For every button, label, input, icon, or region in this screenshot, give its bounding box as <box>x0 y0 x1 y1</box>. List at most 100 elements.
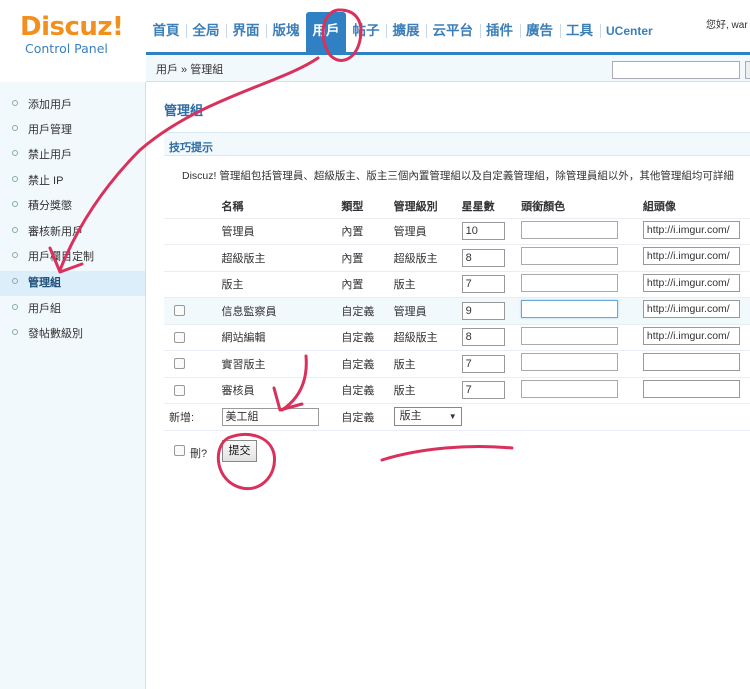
sidebar: 添加用戶 用戶管理 禁止用戶 禁止 IP 積分獎懲 審核新用戶 用戶欄目定制 管… <box>0 82 146 689</box>
icon-url-input[interactable] <box>642 353 740 372</box>
sidebar-item-add-user[interactable]: 添加用戶 <box>0 93 145 118</box>
stars-input[interactable]: 9 <box>461 301 505 320</box>
group-type: 內置 <box>341 218 394 245</box>
color-input[interactable] <box>521 300 619 319</box>
table-row: 網站編輯 自定義 超級版主 8 http://i.imgur.com/ <box>164 324 750 351</box>
color-input[interactable] <box>521 353 619 372</box>
search-input[interactable] <box>612 61 740 79</box>
submit-button[interactable]: 提交 <box>222 440 257 462</box>
header-level: 管理級別 <box>393 194 462 219</box>
nav-interface[interactable]: 界面 <box>226 12 266 52</box>
color-input[interactable] <box>521 326 619 345</box>
color-input[interactable] <box>521 379 619 398</box>
icon-url-input[interactable]: http://i.imgur.com/ <box>642 220 740 239</box>
stars-input[interactable]: 7 <box>461 354 505 373</box>
sidebar-item-profile-fields[interactable]: 用戶欄目定制 <box>0 245 145 270</box>
delete-label: 刪? <box>190 448 208 460</box>
sidebar-item-review-users[interactable]: 審核新用戶 <box>0 220 145 245</box>
dropdown-arrow-icon: ▼ <box>448 412 457 422</box>
group-level: 管理員 <box>393 218 462 245</box>
group-level: 版主 <box>393 271 462 298</box>
group-level: 超級版主 <box>393 244 462 272</box>
icon-url-input[interactable]: http://i.imgur.com/ <box>642 300 740 319</box>
group-name: 超級版主 <box>221 244 342 272</box>
breadcrumb-bar: 用戶 » 管理組 <box>146 52 750 82</box>
table-header-row: 名稱 類型 管理級別 星星數 頭銜顏色 組頭像 <box>164 194 750 219</box>
bullet-icon <box>12 252 18 258</box>
icon-url-input[interactable]: http://i.imgur.com/ <box>642 273 740 292</box>
color-input[interactable] <box>521 247 619 266</box>
logo-subtitle: Control Panel <box>25 41 108 56</box>
icon-url-input[interactable]: http://i.imgur.com/ <box>642 247 740 266</box>
top-nav: 首頁 全局 界面 版塊 用戶 帖子 擴展 云平台 插件 廣告 工具 UCente… <box>146 12 659 52</box>
sidebar-item-post-levels[interactable]: 發帖數級別 <box>0 322 145 347</box>
header: Discuz! Control Panel 首頁 全局 界面 版塊 用戶 帖子 … <box>0 0 750 56</box>
nav-threads[interactable]: 帖子 <box>346 12 386 52</box>
nav-ads[interactable]: 廣告 <box>519 12 560 52</box>
search-button[interactable] <box>745 61 750 79</box>
nav-home[interactable]: 首頁 <box>146 12 186 52</box>
table-row: 信息監察員 自定義 管理員 9 http://i.imgur.com/ <box>164 297 750 325</box>
bullet-icon <box>12 100 18 106</box>
table-row: 管理員 內置 管理員 10 http://i.imgur.com/ <box>164 218 750 245</box>
nav-ucenter[interactable]: UCenter <box>599 12 660 52</box>
stars-input[interactable]: 7 <box>461 381 505 400</box>
table-row: 審核員 自定義 版主 7 <box>164 377 750 404</box>
logo[interactable]: Discuz! Control Panel <box>20 14 124 56</box>
stars-input[interactable]: 7 <box>461 275 505 294</box>
stars-input[interactable]: 8 <box>461 328 505 347</box>
color-input[interactable] <box>521 273 619 292</box>
nav-forums[interactable]: 版塊 <box>266 12 306 52</box>
nav-global[interactable]: 全局 <box>186 12 226 52</box>
bullet-icon <box>12 201 18 207</box>
delete-checkbox[interactable] <box>174 331 185 343</box>
sidebar-item-user-groups[interactable]: 用戶組 <box>0 297 145 322</box>
group-type: 自定義 <box>341 324 394 351</box>
table-row: 實習版主 自定義 版主 7 <box>164 350 750 378</box>
stars-input[interactable]: 10 <box>461 222 505 241</box>
group-level: 版主 <box>393 377 462 404</box>
group-type: 自定義 <box>341 377 394 404</box>
sidebar-item-user-manage[interactable]: 用戶管理 <box>0 118 145 143</box>
delete-checkbox[interactable] <box>174 358 185 370</box>
group-name: 實習版主 <box>221 350 342 378</box>
group-type: 內置 <box>341 271 394 298</box>
bullet-icon <box>12 304 18 310</box>
header-name: 名稱 <box>221 194 342 219</box>
header-icon: 組頭像 <box>642 194 750 219</box>
delete-checkbox[interactable] <box>174 384 185 396</box>
new-group-name-input[interactable]: 美工組 <box>221 407 319 426</box>
icon-url-input[interactable] <box>642 379 740 398</box>
header-stars: 星星數 <box>461 194 522 219</box>
underline-annotation <box>380 445 514 462</box>
icon-url-input[interactable]: http://i.imgur.com/ <box>642 326 740 345</box>
group-type: 自定義 <box>341 350 394 378</box>
sidebar-item-ban-user[interactable]: 禁止用戶 <box>0 143 145 168</box>
group-type: 自定義 <box>341 297 394 325</box>
nav-plugins[interactable]: 插件 <box>479 12 520 52</box>
nav-tools[interactable]: 工具 <box>559 12 600 52</box>
bullet-icon <box>12 176 18 182</box>
admin-groups-table: 名稱 類型 管理級別 星星數 頭銜顏色 組頭像 管理員 內置 管理員 10 ht… <box>164 194 750 431</box>
table-row: 超級版主 內置 超級版主 8 http://i.imgur.com/ <box>164 244 750 272</box>
nav-extensions[interactable]: 擴展 <box>386 12 426 52</box>
header-type: 類型 <box>341 194 394 219</box>
delete-checkbox[interactable] <box>174 305 185 317</box>
select-all-delete-checkbox[interactable] <box>174 444 185 456</box>
sidebar-item-ban-ip[interactable]: 禁止 IP <box>0 169 145 194</box>
new-group-level-select[interactable]: 版主 ▼ <box>393 407 462 427</box>
page-title: 管理組 <box>164 103 204 118</box>
bullet-icon <box>12 278 18 284</box>
nav-cloud[interactable]: 云平台 <box>426 12 480 52</box>
sidebar-item-credits[interactable]: 積分獎懲 <box>0 194 145 219</box>
nav-users[interactable]: 用戶 <box>306 12 346 52</box>
tips-header: 技巧提示 <box>164 132 750 156</box>
color-input[interactable] <box>521 220 619 239</box>
group-name: 版主 <box>221 271 342 298</box>
new-group-type: 自定義 <box>341 403 394 431</box>
group-name: 信息監察員 <box>221 297 342 325</box>
stars-input[interactable]: 8 <box>461 248 505 267</box>
group-name: 審核員 <box>221 377 342 404</box>
sidebar-item-admin-groups[interactable]: 管理組 <box>0 271 145 296</box>
header-color: 頭銜顏色 <box>521 194 643 219</box>
